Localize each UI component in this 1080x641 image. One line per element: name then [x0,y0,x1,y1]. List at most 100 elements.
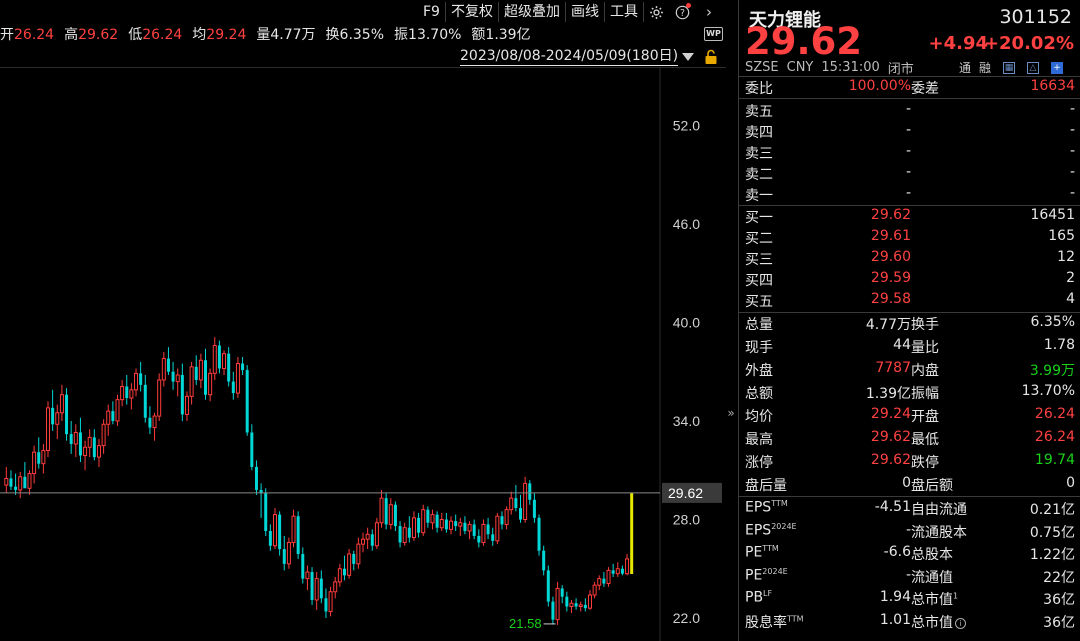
stat-value: 7787 [875,360,911,376]
ask-row[interactable]: 卖五 - - [745,100,1075,120]
quote-strip: 开26.24 高29.62 低26.24 均29.24 量4.77万 换6.35… [0,24,541,44]
bid-row[interactable]: 买三 29.60 12 [745,248,1075,268]
ask-label: 卖二 [745,167,773,183]
open-label: 开 [0,27,14,43]
bid-row[interactable]: 买二 29.61 165 [745,227,1075,247]
ask-label: 卖四 [745,125,773,141]
candle-body [134,372,139,391]
candle-body [504,509,509,525]
candlestick-chart[interactable]: 52.0 46.0 40.0 34.0 28.0 22.0 29.62 21.58 [0,68,726,641]
fund-label-2: 总市值1 [911,589,958,609]
stat-label: 盘后额 [911,478,953,494]
candle-body [41,450,46,465]
candle-body [439,519,444,529]
tag-rong: 融 [978,61,991,75]
candle-body [51,407,55,425]
fund-value: 1.94 [879,589,911,605]
bid-row[interactable]: 买四 29.59 2 [745,269,1075,289]
stat-value: 29.62 [870,452,911,468]
date-range-selector[interactable]: 2023/08/08-2024/05/09(180日) [460,48,679,66]
bid-row[interactable]: 买一 29.62 16451 [745,206,1075,226]
lock-icon[interactable] [704,49,718,65]
candle-body [374,522,379,547]
candle-body [101,423,106,447]
bid-row[interactable]: 买五 29.58 4 [745,290,1075,310]
order-ratio-row: 委比 100.00% 委差 16634 [745,77,1075,97]
add-icon[interactable]: + [1051,61,1063,74]
candle-body [337,568,342,583]
chart-small-icon[interactable]: ▦ [1003,61,1015,74]
no-adjust-button[interactable]: 不复权 [446,2,499,22]
fundamental-row: PE2024E - 流通值 22亿 [745,566,1075,586]
fundamental-row: PETTM -6.6 总股本 1.22亿 [745,543,1075,563]
candle-body [222,353,227,369]
help-icon[interactable]: ? [670,1,696,23]
candle-body [602,578,606,584]
candle-body [23,476,27,489]
chevron-right-icon[interactable]: › [696,1,722,23]
stat-label: 振幅 [911,386,939,402]
wp-badge-icon[interactable]: WP [704,27,723,41]
candle-body [111,411,115,421]
candle-body [148,417,152,428]
label-superscript: TTM [762,544,779,553]
tools-button[interactable]: 工具 [605,2,644,22]
fund-value: 1.22亿 [1029,547,1075,563]
draw-line-button[interactable]: 画线 [566,2,605,22]
f9-button[interactable]: F9 [418,2,446,22]
ask-price: - [905,185,911,201]
ask-row[interactable]: 卖一 - - [745,184,1075,204]
amount-label: 额 [471,27,486,43]
bid-volume: 12 [1057,249,1075,265]
bid-price: 29.60 [870,249,911,265]
candle-body [528,483,532,500]
ask-volume: - [1069,185,1075,201]
stat-value: 4.77万 [865,317,911,333]
info-icon[interactable]: i [955,617,966,629]
alert-icon[interactable]: △ [1027,61,1039,74]
stat-label: 外盘 [745,363,773,379]
notification-dot [685,3,691,8]
stat-label: 现手 [745,340,773,356]
bid-price: 29.58 [870,291,911,307]
panel-collapse-icon[interactable]: » [726,400,736,426]
ask-price: - [905,122,911,138]
fund-label: 股息率TTM [745,612,804,632]
meta-row: SZSE CNY 15:31:00 闭市 通 融 ▦ △ + [745,59,1075,77]
stat-row: 总量 4.77万 换手 6.35% [745,313,1075,333]
y-tick-label: 22.0 [673,610,700,626]
fund-label: EPS2024E [745,522,797,539]
candle-body [278,514,282,550]
candle-body [365,533,370,540]
fund-value: 0.75亿 [1029,524,1075,541]
candle-body [143,384,147,418]
fund-label-text: 流通股本 [911,524,967,541]
candle-body [305,571,310,580]
label-superscript: TTM [787,613,804,623]
candle-body [342,568,346,576]
candle-body [27,473,32,489]
ask-row[interactable]: 卖四 - - [745,121,1075,141]
gear-icon[interactable] [644,1,670,23]
bid-volume: 165 [1048,228,1075,244]
ask-price: - [905,164,911,180]
bid-label: 买五 [745,294,773,310]
candle-body [458,522,463,527]
separator [739,496,1080,497]
fund-value: -4.51 [874,499,911,515]
candle-body [519,508,523,520]
candle-body [125,386,129,399]
fund-label-text: PB [745,589,764,606]
bid-label: 买一 [745,210,773,226]
candle-body [157,379,162,417]
candle-body [569,602,574,608]
bid-volume: 2 [1066,270,1075,286]
candle-body [333,581,338,593]
super-overlay-button[interactable]: 超级叠加 [499,2,566,22]
caret-down-icon[interactable] [682,53,694,61]
date-range-bar: 2023/08/08-2024/05/09(180日) [0,47,726,67]
candle-body [227,353,231,382]
candle-body [537,517,541,551]
ask-row[interactable]: 卖三 - - [745,142,1075,162]
ask-row[interactable]: 卖二 - - [745,163,1075,183]
